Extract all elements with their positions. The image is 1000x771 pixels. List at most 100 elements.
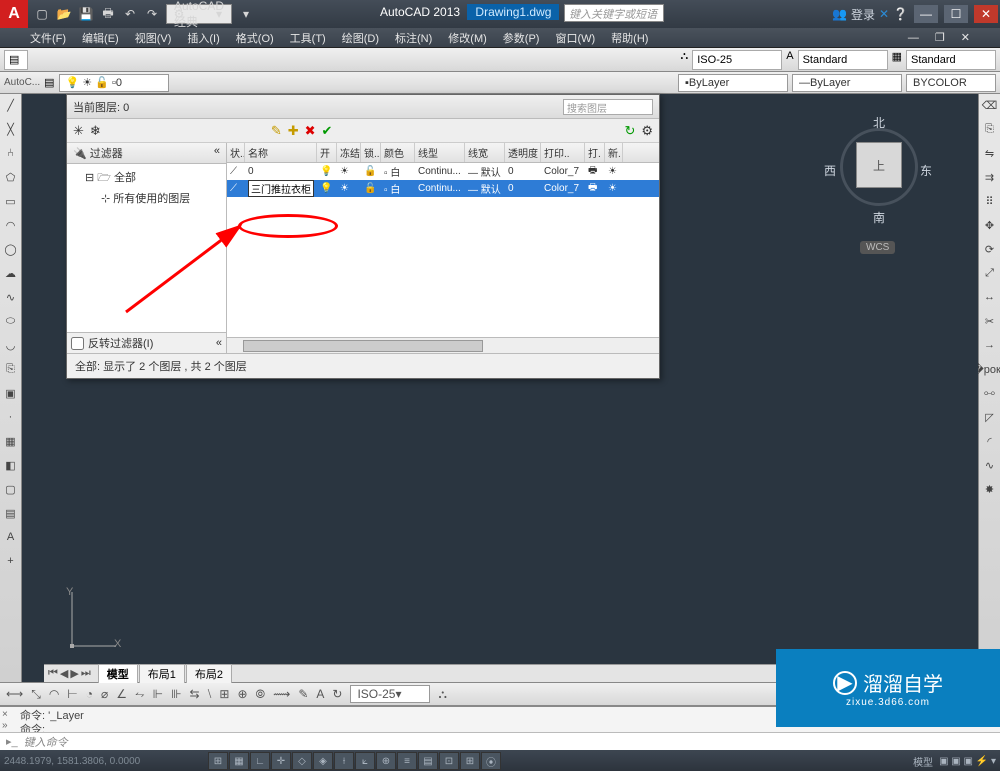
new-group-filter-icon[interactable]: ✚: [288, 123, 299, 139]
grid-toggle[interactable]: ▦: [229, 752, 249, 770]
settings-icon[interactable]: ⚙: [641, 123, 653, 139]
col-plot[interactable]: 打.: [585, 143, 605, 162]
dim-continue-icon[interactable]: ⊪: [171, 687, 181, 701]
circle-icon[interactable]: ◯: [2, 240, 20, 258]
ortho-toggle[interactable]: ∟: [250, 752, 270, 770]
dim-break-icon[interactable]: ⧵: [208, 687, 212, 702]
dimstyle-icon[interactable]: ⛬: [681, 50, 689, 70]
dim-jogged-icon[interactable]: ⟿: [273, 687, 290, 701]
fillet-icon[interactable]: ◜: [981, 432, 999, 450]
qat-open-icon[interactable]: 📂: [56, 6, 72, 22]
qat-print-icon[interactable]: 🖶: [100, 6, 116, 22]
set-current-icon[interactable]: ✔: [322, 123, 333, 139]
textstyle-icon[interactable]: A: [786, 50, 793, 70]
table-icon[interactable]: ▤: [2, 504, 20, 522]
invert-filter-checkbox[interactable]: [71, 337, 84, 350]
dim-quick-icon[interactable]: ⥊: [135, 687, 145, 702]
infocenter-icon[interactable]: 👥: [832, 7, 847, 21]
stretch-icon[interactable]: ↔: [981, 288, 999, 306]
col-lineweight[interactable]: 线宽: [465, 143, 505, 162]
point-icon[interactable]: ·: [2, 408, 20, 426]
dimstyle-combo[interactable]: ISO-25: [692, 50, 782, 70]
layer-combo[interactable]: 💡 ☀ 🔓 ▫ 0: [59, 74, 169, 92]
model-space-button[interactable]: 模型: [913, 754, 933, 769]
3dosnap-toggle[interactable]: ◈: [313, 752, 333, 770]
help-search-input[interactable]: 键入关键字或短语: [564, 4, 664, 22]
am-toggle[interactable]: ⦿: [481, 752, 501, 770]
col-color[interactable]: 颜色: [381, 143, 415, 162]
hatch-icon[interactable]: ▦: [2, 432, 20, 450]
plotstyle-combo[interactable]: BYCOLOR: [906, 74, 996, 92]
col-plotstyle[interactable]: 打印..: [541, 143, 585, 162]
viewcube-north[interactable]: 北: [873, 114, 885, 131]
tab-prev-icon[interactable]: ◀: [60, 667, 68, 680]
rotate-icon[interactable]: ⟳: [981, 240, 999, 258]
delete-layer-icon[interactable]: ✖: [305, 123, 316, 139]
exchange-icon[interactable]: ✕: [879, 7, 889, 21]
dim-radius-icon[interactable]: ◔: [86, 687, 93, 701]
status-tray-icon[interactable]: ▣ ▣ ▣ ⚡ ▾: [939, 756, 996, 767]
blend-icon[interactable]: ∿: [981, 456, 999, 474]
doc-restore-icon[interactable]: ❐: [935, 31, 945, 44]
doc-close-icon[interactable]: ✕: [961, 31, 970, 44]
col-lock[interactable]: 锁..: [361, 143, 381, 162]
menu-insert[interactable]: 插入(I): [187, 30, 219, 46]
menu-format[interactable]: 格式(O): [236, 30, 274, 46]
command-input[interactable]: ▸_ 键入命令: [0, 732, 1000, 750]
cmdline-close-icon[interactable]: ×»: [2, 709, 8, 731]
dim-baseline-icon[interactable]: ⊩: [153, 687, 163, 701]
tab-layout1[interactable]: 布局1: [139, 664, 185, 683]
drawing-area[interactable]: ╱ ╳ ⑃ ⬠ ▭ ◠ ◯ ☁ ∿ ⬭ ◡ ⎘ ▣ · ▦ ◧ ▢ ▤ A + …: [0, 94, 1000, 682]
dim-tolerance-icon[interactable]: ⊞: [219, 687, 229, 701]
array-icon[interactable]: ⠿: [981, 192, 999, 210]
menu-draw[interactable]: 绘图(D): [342, 30, 379, 46]
lwt-toggle[interactable]: ≡: [397, 752, 417, 770]
linetype-bylayer-combo[interactable]: — ByLayer: [792, 74, 902, 92]
osnap-toggle[interactable]: ◇: [292, 752, 312, 770]
dim-angular-icon[interactable]: ∠: [116, 687, 127, 701]
doc-minimize-icon[interactable]: —: [908, 32, 919, 44]
block-icon[interactable]: ▣: [2, 384, 20, 402]
layer-name-edit[interactable]: 三门推拉衣柜: [248, 180, 314, 197]
polygon-icon[interactable]: ⬠: [2, 168, 20, 186]
tab-last-icon[interactable]: ⏭: [81, 667, 91, 680]
filter-collapse-icon[interactable]: «: [214, 145, 220, 161]
join-icon[interactable]: ⧟: [981, 384, 999, 402]
tab-first-icon[interactable]: ⏮: [48, 667, 58, 680]
layer-search-input[interactable]: 搜索图层: [563, 99, 653, 115]
col-linetype[interactable]: 线型: [415, 143, 465, 162]
col-status[interactable]: 状..: [227, 143, 245, 162]
tpy-toggle[interactable]: ▤: [418, 752, 438, 770]
rectangle-icon[interactable]: ▭: [2, 192, 20, 210]
mtext-icon[interactable]: A: [2, 528, 20, 546]
app-logo[interactable]: A: [0, 0, 28, 28]
refresh-icon[interactable]: ↻: [624, 123, 635, 139]
help-icon[interactable]: ❔: [893, 7, 908, 21]
layer-grid-hscroll[interactable]: [227, 337, 659, 353]
signin-button[interactable]: 登录: [851, 6, 875, 23]
extend-icon[interactable]: →: [981, 336, 999, 354]
layer-row-selected[interactable]: ⟋ 三门推拉衣柜 💡 ☀ 🔓 ▫ 白 Continu... — 默认 0 Col…: [227, 180, 659, 197]
dim-tedit-icon[interactable]: A: [316, 687, 324, 701]
move-icon[interactable]: ✥: [981, 216, 999, 234]
textstyle-combo[interactable]: Standard: [798, 50, 888, 70]
dim-diameter-icon[interactable]: ⌀: [101, 687, 108, 701]
tab-model[interactable]: 模型: [98, 664, 138, 683]
coords-readout[interactable]: 2448.1979, 1581.3806, 0.0000: [4, 756, 204, 767]
explode-icon[interactable]: ✸: [981, 480, 999, 498]
viewcube-east[interactable]: 东: [920, 162, 932, 179]
viewcube-wcs[interactable]: WCS: [860, 241, 895, 254]
menu-view[interactable]: 视图(V): [135, 30, 172, 46]
layer-props-icon[interactable]: ▤: [44, 76, 54, 89]
new-layer-icon[interactable]: ✳: [73, 123, 84, 139]
viewcube-south[interactable]: 南: [873, 209, 885, 226]
tab-layout2[interactable]: 布局2: [186, 664, 232, 683]
layer-tool-icon[interactable]: ▤: [4, 50, 28, 70]
menu-help[interactable]: 帮助(H): [611, 30, 648, 46]
scale-icon[interactable]: ⤢: [981, 264, 999, 282]
col-on[interactable]: 开: [317, 143, 337, 162]
break-icon[interactable]: �року: [981, 360, 999, 378]
chamfer-icon[interactable]: ◸: [981, 408, 999, 426]
dim-update-icon[interactable]: ↻: [332, 687, 342, 701]
minimize-button[interactable]: —: [914, 5, 938, 23]
